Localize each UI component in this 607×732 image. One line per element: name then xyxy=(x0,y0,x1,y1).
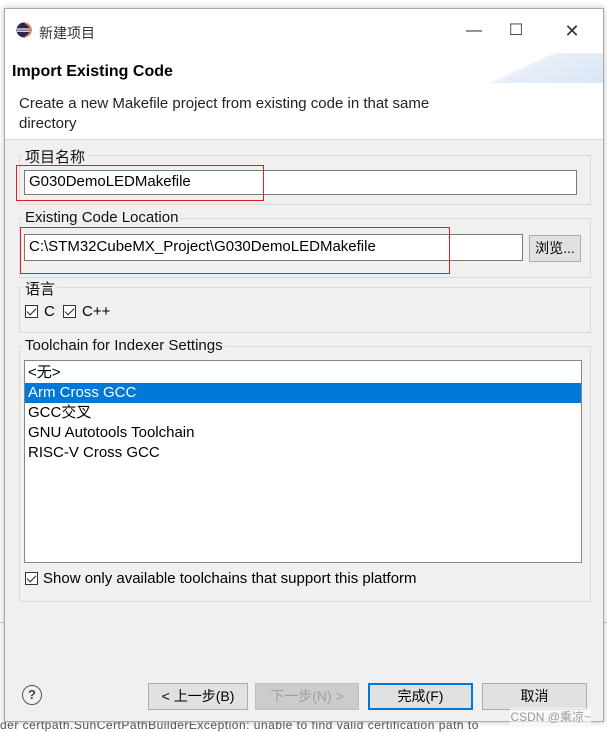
toolchain-item-gnu-autotools[interactable]: GNU Autotools Toolchain xyxy=(25,423,581,443)
wizard-header: Import Existing Code Create a new Makefi… xyxy=(5,53,603,140)
eclipse-icon xyxy=(16,22,32,38)
cpp-language-label: C++ xyxy=(82,303,111,320)
code-location-label: Existing Code Location xyxy=(23,209,181,226)
window-title: 新建项目 xyxy=(39,25,95,41)
minimize-button[interactable]: — xyxy=(451,17,497,45)
finish-button[interactable]: 完成(F) xyxy=(368,683,473,710)
title-bar: 新建项目 — ☐ ✕ xyxy=(5,9,603,53)
project-name-input[interactable]: G030DemoLEDMakefile xyxy=(24,170,577,195)
toolchain-item-gcc-cross[interactable]: GCC交叉 xyxy=(25,403,581,423)
cpp-language-checkbox[interactable] xyxy=(63,305,76,318)
watermark: CSDN @乘凉~ xyxy=(510,708,591,725)
show-only-available-label: Show only available toolchains that supp… xyxy=(43,570,417,587)
maximize-button[interactable]: ☐ xyxy=(493,17,539,45)
languages-label: 语言 xyxy=(23,278,58,299)
help-icon[interactable]: ? xyxy=(22,685,42,705)
back-button[interactable]: < 上一步(B) xyxy=(148,683,248,710)
toolchain-label: Toolchain for Indexer Settings xyxy=(23,337,225,354)
browse-button[interactable]: 浏览... xyxy=(529,235,581,262)
toolchain-list[interactable]: <无> Arm Cross GCC GCC交叉 GNU Autotools To… xyxy=(24,360,582,563)
toolchain-item-none[interactable]: <无> xyxy=(25,363,581,383)
c-language-label: C xyxy=(44,303,55,320)
toolchain-item-arm-cross-gcc[interactable]: Arm Cross GCC xyxy=(25,383,581,403)
new-project-dialog: 新建项目 — ☐ ✕ Import Existing Code Create a… xyxy=(4,8,604,722)
footer-separator xyxy=(5,659,603,660)
close-button[interactable]: ✕ xyxy=(549,17,595,45)
project-name-label: 项目名称 xyxy=(23,146,88,167)
page-title: Import Existing Code xyxy=(12,63,173,80)
next-button[interactable]: 下一步(N) > xyxy=(255,683,359,710)
toolchain-item-riscv-cross-gcc[interactable]: RISC-V Cross GCC xyxy=(25,443,581,463)
page-description: Create a new Makefile project from exist… xyxy=(19,95,430,132)
header-banner-graphic xyxy=(453,53,603,83)
cancel-button[interactable]: 取消 xyxy=(482,683,587,710)
show-only-available-checkbox[interactable] xyxy=(25,572,38,585)
c-language-checkbox[interactable] xyxy=(25,305,38,318)
code-location-input[interactable]: C:\STM32CubeMX_Project\G030DemoLEDMakefi… xyxy=(24,234,523,261)
